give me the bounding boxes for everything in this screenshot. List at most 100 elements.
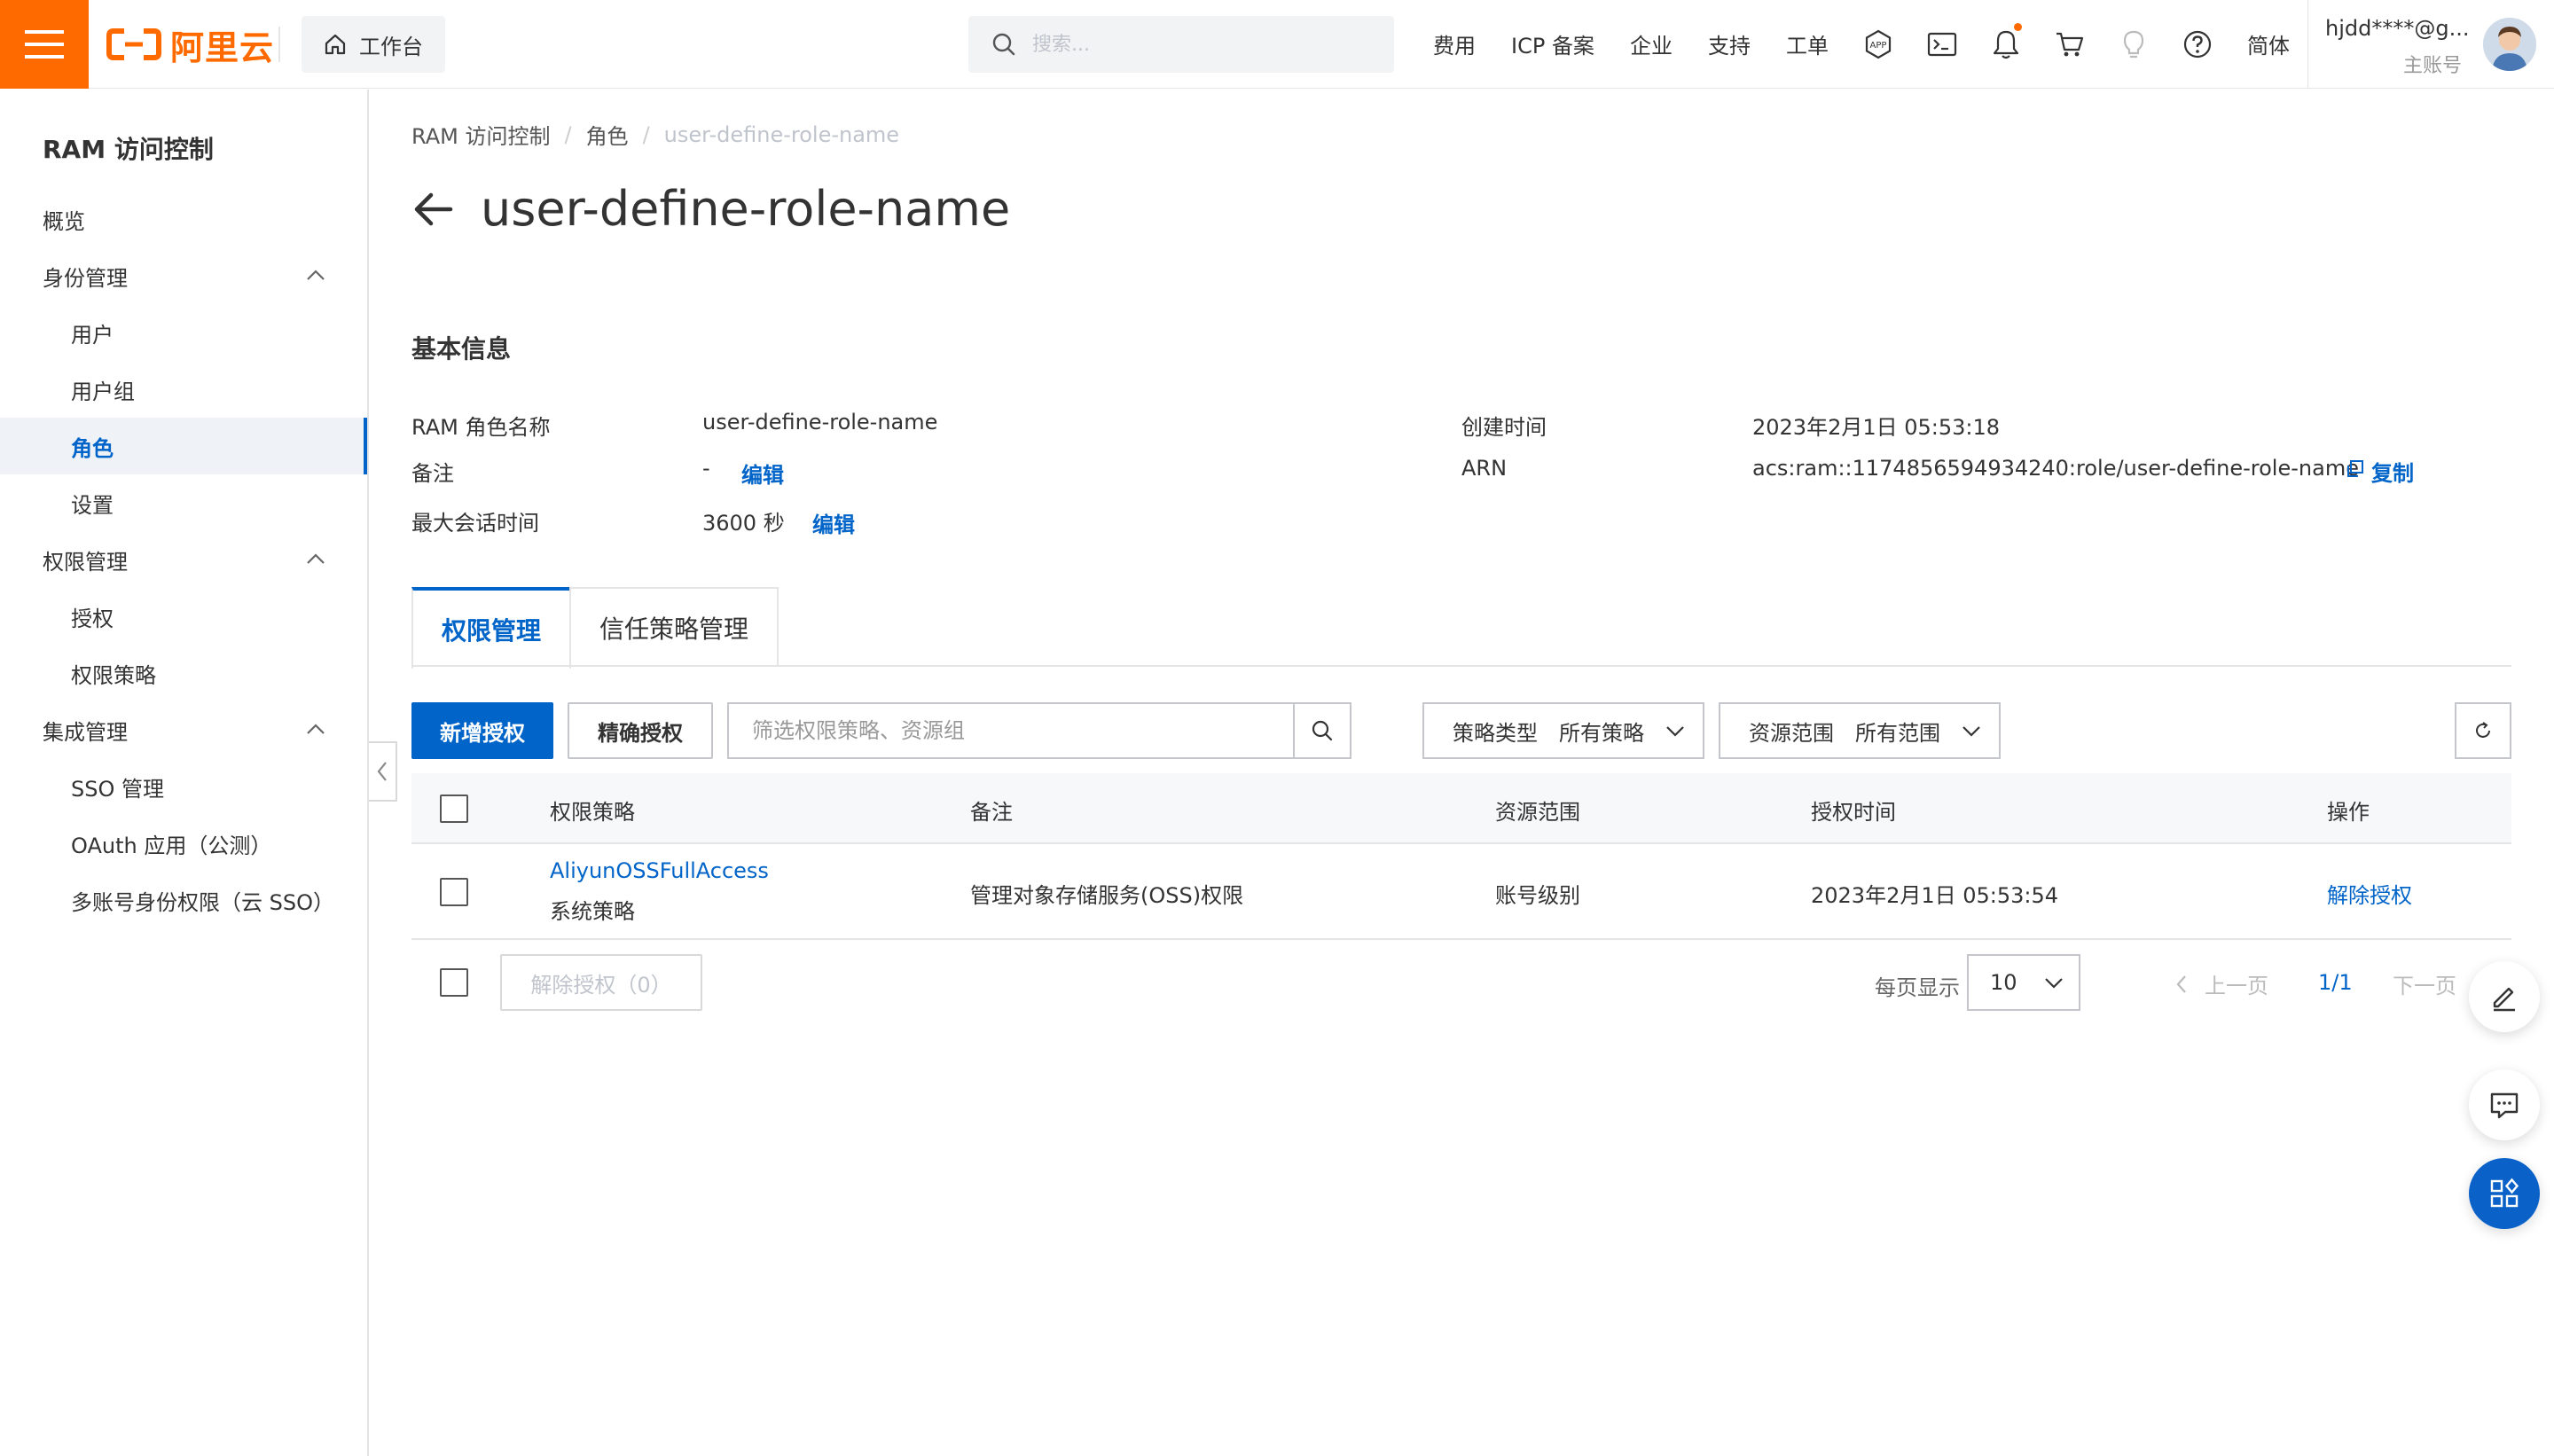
chat-button[interactable] (2469, 1069, 2540, 1140)
language-switch[interactable]: 简体 (2247, 28, 2290, 59)
sidebar-item-label: SSO 管理 (71, 776, 164, 802)
add-grant-button[interactable]: 新增授权 (411, 702, 553, 759)
sidebar-item-roles[interactable]: 角色 (0, 418, 367, 474)
resource-scope-select[interactable]: 资源范围 所有范围 (1719, 702, 2001, 759)
sidebar-title: RAM 访问控制 (43, 135, 214, 164)
sidebar-item-sso[interactable]: SSO 管理 (0, 758, 367, 815)
menu-button[interactable] (0, 0, 89, 89)
cart-icon[interactable] (2052, 27, 2088, 62)
policy-type-select[interactable]: 策略类型 所有策略 (1422, 702, 1704, 759)
created-time-label: 创建时间 (1461, 415, 1547, 440)
sidebar-item-label: 用户组 (71, 379, 135, 404)
sidebar-item-grants[interactable]: 授权 (0, 588, 367, 645)
sidebar-item-policies[interactable]: 权限策略 (0, 645, 367, 701)
table-row: AliyunOSSFullAccess 系统策略 管理对象存储服务(OSS)权限… (411, 844, 2511, 940)
avatar[interactable] (2483, 18, 2536, 71)
sidebar-item-user-groups[interactable]: 用户组 (0, 361, 367, 418)
tab-label: 权限管理 (441, 616, 541, 646)
edit-icon (2493, 987, 2515, 1012)
select-value: 所有范围 (1855, 720, 1940, 746)
pager-next-button[interactable]: 下一页 (2393, 968, 2456, 999)
help-icon[interactable] (2180, 27, 2215, 62)
lightbulb-icon[interactable] (2116, 27, 2151, 62)
breadcrumb-item-ram[interactable]: RAM 访问控制 (411, 119, 550, 150)
chat-icon (2490, 1092, 2519, 1119)
select-all-checkbox[interactable] (440, 795, 468, 823)
sidebar-group-permissions[interactable]: 权限管理 (0, 531, 367, 588)
policy-filter-input[interactable] (729, 704, 1293, 757)
terminal-icon[interactable] (1924, 27, 1960, 62)
aliyun-logo[interactable]: 阿里云 (106, 23, 274, 67)
precise-grant-button[interactable]: 精确授权 (568, 702, 713, 759)
edit-remark-button[interactable]: 编辑 (741, 458, 784, 489)
select-label: 策略类型 (1453, 720, 1538, 746)
top-bar: 阿里云 工作台 费用 ICP 备案 企业 支持 工单 APP (0, 0, 2554, 89)
back-arrow-icon[interactable] (411, 188, 454, 231)
max-session-label: 最大会话时间 (411, 511, 539, 536)
policy-scope: 账号级别 (1495, 883, 1580, 908)
table-header: 权限策略 备注 资源范围 授权时间 操作 (411, 773, 2511, 844)
filter-search-button[interactable] (1293, 704, 1350, 757)
pager-next-label: 下一页 (2393, 974, 2456, 998)
page-header: user-define-role-name (411, 181, 1010, 237)
copy-arn-button[interactable]: 复制 (2371, 456, 2414, 487)
chevron-left-icon (2176, 975, 2186, 993)
footer-select-all-checkbox[interactable] (440, 968, 468, 997)
refresh-button[interactable] (2455, 702, 2511, 759)
workbench-button[interactable]: 工作台 (302, 16, 445, 73)
copy-icon[interactable] (2345, 459, 2364, 479)
chevron-left-icon (377, 762, 387, 781)
breadcrumb-item-roles[interactable]: 角色 (586, 119, 629, 150)
divider (2307, 0, 2308, 89)
user-account-role: 主账号 (2403, 55, 2463, 77)
tab-trust-policy[interactable]: 信任策略管理 (569, 587, 779, 667)
global-search[interactable] (968, 16, 1394, 73)
created-time-value: 2023年2月1日 05:53:18 (1752, 415, 2001, 440)
select-label: 资源范围 (1749, 720, 1834, 746)
sidebar-item-users[interactable]: 用户 (0, 304, 367, 361)
page-size-value: 10 (1990, 970, 2017, 995)
sidebar-item-label: 多账号身份权限（云 SSO） (71, 889, 334, 915)
sidebar-group-integration[interactable]: 集成管理 (0, 701, 367, 758)
sidebar-item-label: 用户 (71, 322, 114, 348)
app-icon[interactable]: APP (1861, 27, 1896, 62)
sidebar-item-cloud-sso[interactable]: 多账号身份权限（云 SSO） (0, 872, 367, 928)
chevron-down-icon (1963, 726, 1980, 737)
breadcrumb-separator: / (564, 121, 572, 147)
pager-indicator[interactable]: 1/1 (2318, 970, 2353, 995)
sidebar-collapse-button[interactable] (369, 741, 397, 802)
policy-name-link[interactable]: AliyunOSSFullAccess (550, 858, 769, 883)
pager-prev-button[interactable]: 上一页 (2174, 968, 2268, 999)
sidebar-item-oauth[interactable]: OAuth 应用（公测） (0, 815, 367, 872)
sidebar-item-overview[interactable]: 概览 (0, 191, 367, 247)
tab-label: 信任策略管理 (599, 614, 748, 644)
sidebar-item-settings[interactable]: 设置 (0, 474, 367, 531)
tabs-divider (411, 665, 2511, 667)
user-account-name[interactable]: hjdd****@g... (2325, 16, 2469, 41)
section-title-basic-info: 基本信息 (411, 334, 512, 364)
nav-link-ticket[interactable]: 工单 (1786, 28, 1829, 59)
breadcrumb-item-current: user-define-role-name (663, 121, 900, 147)
apps-button[interactable] (2469, 1158, 2540, 1229)
workbench-label: 工作台 (359, 34, 423, 59)
pager-prev-label: 上一页 (2205, 974, 2268, 998)
nav-link-enterprise[interactable]: 企业 (1630, 28, 1673, 59)
nav-link-icp[interactable]: ICP 备案 (1511, 28, 1594, 59)
chevron-up-icon (307, 270, 325, 280)
bulk-revoke-button[interactable]: 解除授权（0） (500, 954, 702, 1011)
sidebar-item-label: 设置 (71, 492, 114, 518)
revoke-grant-link[interactable]: 解除授权 (2327, 878, 2412, 909)
search-input[interactable] (1032, 33, 1387, 56)
policy-remark: 管理对象存储服务(OSS)权限 (970, 883, 1244, 908)
tab-permissions[interactable]: 权限管理 (411, 587, 571, 669)
edit-max-session-button[interactable]: 编辑 (812, 507, 855, 538)
page-size-select[interactable]: 10 (1967, 954, 2080, 1011)
sidebar-item-label: 授权 (71, 606, 114, 631)
nav-link-billing[interactable]: 费用 (1433, 28, 1476, 59)
sidebar-group-identity[interactable]: 身份管理 (0, 247, 367, 304)
bell-icon[interactable] (1988, 23, 2024, 62)
nav-link-support[interactable]: 支持 (1708, 28, 1751, 59)
row-checkbox[interactable] (440, 878, 468, 906)
chevron-up-icon (307, 724, 325, 734)
feedback-edit-button[interactable] (2469, 961, 2540, 1032)
